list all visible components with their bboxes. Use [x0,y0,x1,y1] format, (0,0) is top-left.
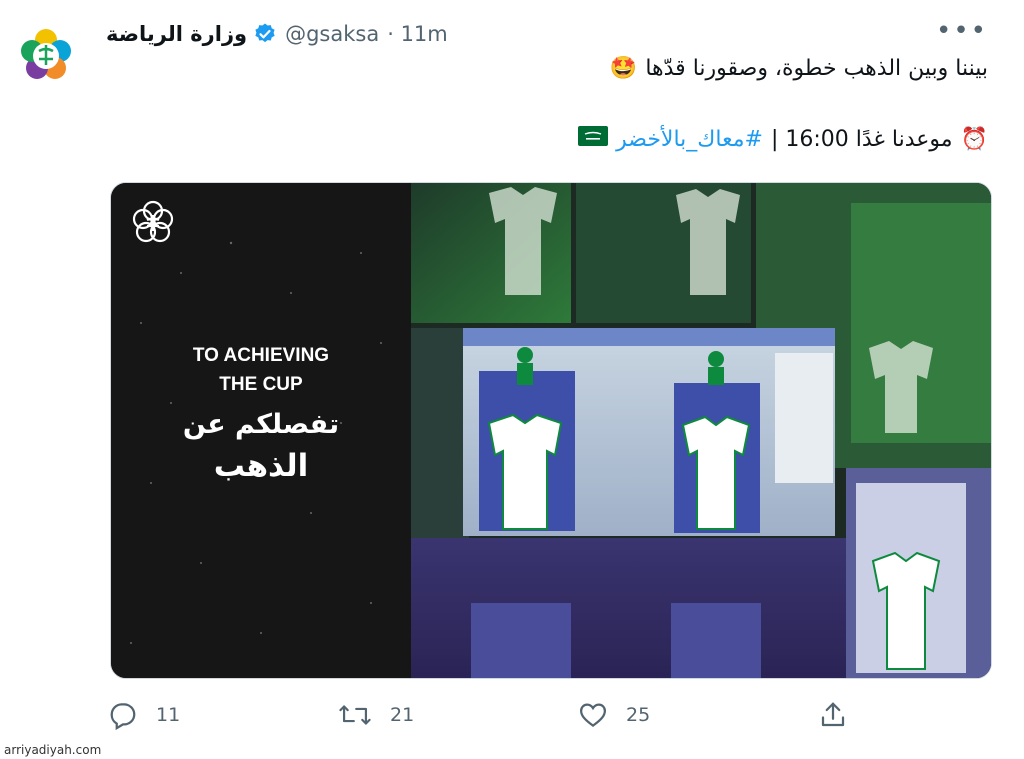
like-button[interactable]: 25 [578,700,650,730]
media-title-ar-1: تفصلكم عن [183,409,339,440]
handle[interactable]: @gsaksa [285,22,379,46]
watermark: arriyadiyah.com [4,743,102,757]
share-button[interactable] [818,700,848,730]
match-time-text: موعدنا غدًا 16:00 | [770,126,953,152]
star-struck-emoji-icon: 🤩 [609,56,638,81]
like-count: 25 [626,704,651,726]
media-image[interactable]: TO ACHIEVING THE CUP تفصلكم عن الذهب [110,182,992,679]
timestamp[interactable]: · 11m [387,22,448,46]
retweet-count: 21 [390,704,415,726]
verified-badge-icon [253,22,277,46]
heart-icon [579,703,607,728]
media-title-en-1: TO ACHIEVING [193,345,329,366]
reply-count: 11 [156,704,181,726]
more-options-icon[interactable]: ••• [936,18,988,44]
action-bar: 11 21 25 [106,700,866,736]
display-name[interactable]: وزارة الرياضة [106,22,247,46]
share-icon [821,702,845,727]
reply-button[interactable]: 11 [108,700,180,730]
retweet-button[interactable]: 21 [338,700,414,730]
tweet-text-line1: بيننا وبين الذهب خطوة، وصقورنا قدّها 🤩 [610,56,988,81]
tweet-text-line2: ⏰ موعدنا غدًا 16:00 | #معاك_بالأخضر [578,126,988,152]
tweet-text: بيننا وبين الذهب خطوة، وصقورنا قدّها [645,56,988,81]
saudi-flag-icon [578,126,609,152]
retweet-icon [339,705,371,725]
avatar[interactable] [8,18,84,94]
reply-icon [110,703,136,730]
media-title-en-2: THE CUP [219,374,303,395]
hashtag-link[interactable]: #معاك_بالأخضر [616,127,763,152]
tweet-header: وزارة الرياضة @gsaksa · 11m [106,18,448,50]
alarm-clock-emoji-icon: ⏰ [960,126,988,152]
media-title-ar-2: الذهب [214,448,308,484]
